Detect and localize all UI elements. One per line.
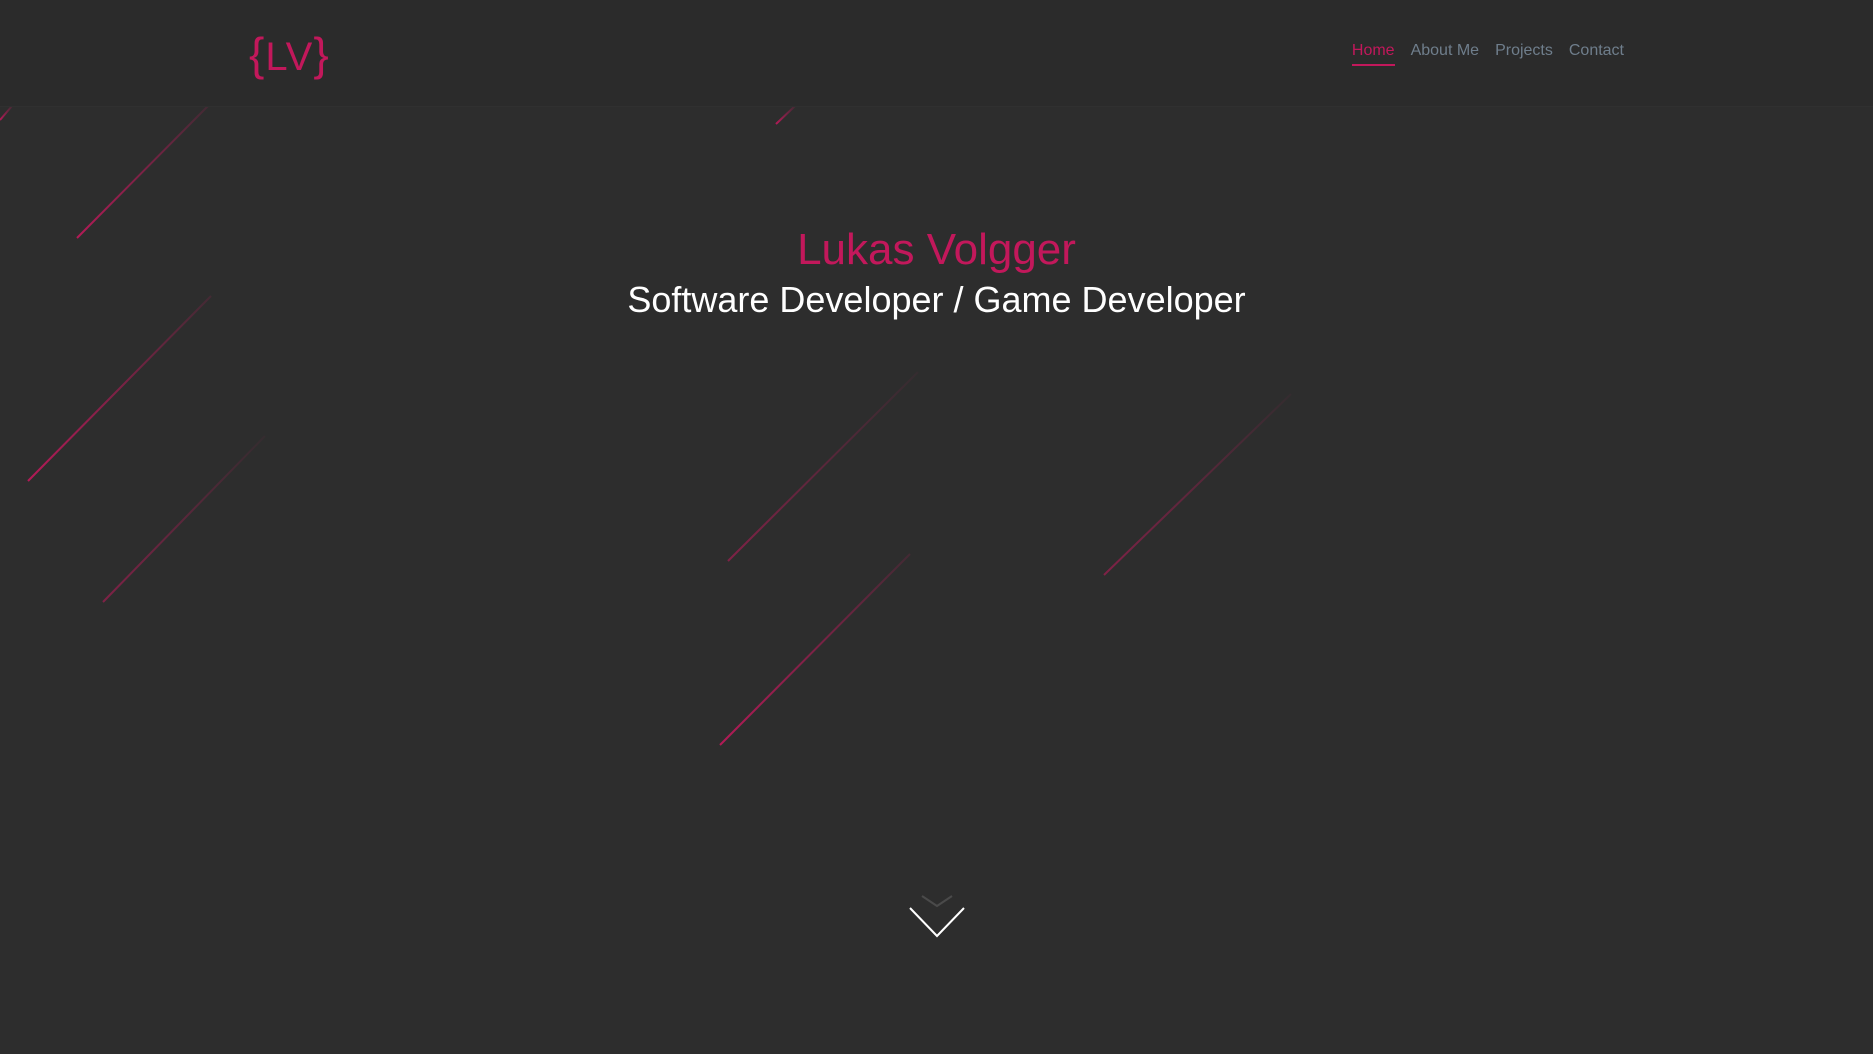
nav-item-contact[interactable]: Contact (1569, 42, 1624, 66)
streak-line (1103, 393, 1292, 576)
logo[interactable]: {LV} (249, 28, 330, 83)
nav-item-projects[interactable]: Projects (1495, 42, 1553, 66)
streak-line (102, 435, 266, 603)
hero-subtitle: Software Developer / Game Developer (627, 279, 1246, 320)
streak-line (27, 295, 212, 482)
nav-item-home[interactable]: Home (1351, 42, 1395, 66)
streak-line (76, 105, 209, 239)
main-nav: Home About Me Projects Contact (1351, 42, 1624, 66)
logo-close-brace: } (313, 28, 330, 80)
streak-line (775, 105, 796, 125)
streak-line (719, 553, 911, 746)
site-header: {LV} Home About Me Projects Contact (0, 0, 1873, 107)
streak-line (0, 105, 13, 121)
nav-item-about[interactable]: About Me (1411, 42, 1479, 66)
hero-section: Lukas Volgger Software Developer / Game … (0, 222, 1873, 322)
hero-name: Lukas Volgger (797, 225, 1076, 274)
chevron-down-icon (909, 895, 965, 938)
page: {LV} Home About Me Projects Contact Luka… (0, 0, 1873, 1054)
logo-open-brace: { (249, 28, 266, 80)
streak-line (727, 371, 919, 562)
logo-text: LV (265, 35, 314, 79)
scroll-down-button[interactable] (907, 890, 967, 940)
